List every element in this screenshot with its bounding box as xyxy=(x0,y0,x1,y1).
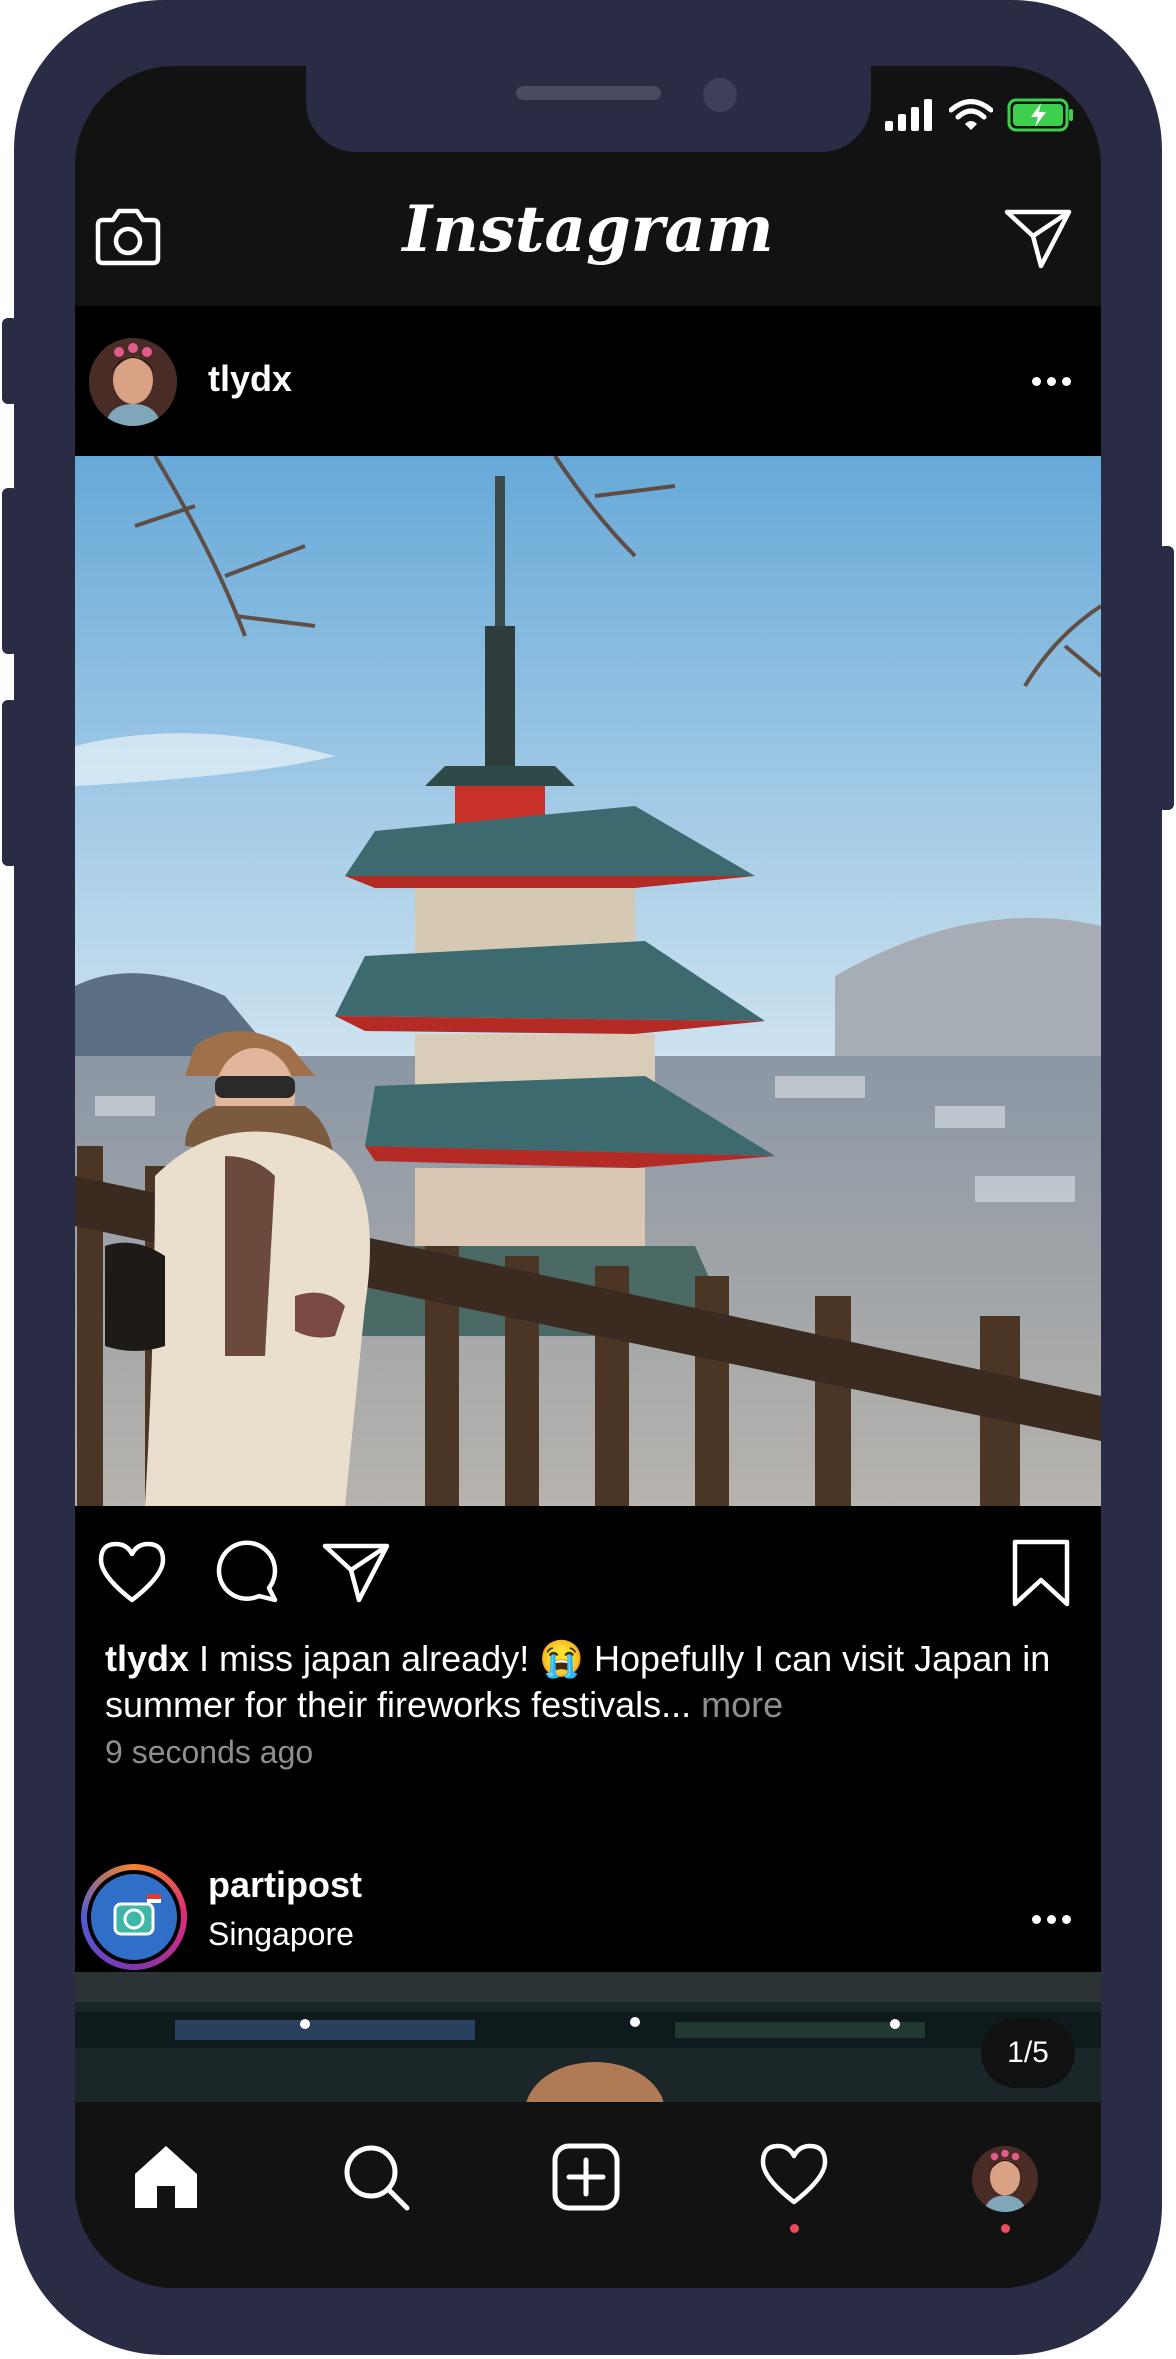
carousel-counter: 1/5 xyxy=(981,2018,1075,2088)
status-bar xyxy=(885,98,1075,132)
more-options-icon[interactable] xyxy=(1032,377,1071,386)
avatar-inner xyxy=(87,1870,181,1964)
share-icon[interactable] xyxy=(321,1540,391,1604)
front-camera xyxy=(703,78,737,112)
like-icon[interactable] xyxy=(97,1540,167,1604)
wifi-icon xyxy=(949,99,993,130)
side-button-volume-up xyxy=(2,488,18,654)
top-bar: Instagram xyxy=(75,186,1101,306)
post-timestamp: 9 seconds ago xyxy=(105,1734,314,1770)
side-button-mute xyxy=(2,318,18,404)
screen: Instagram tlydx tlydx I miss japan alrea… xyxy=(75,66,1101,2288)
speaker xyxy=(516,86,661,100)
bookmark-icon[interactable] xyxy=(1011,1538,1071,1608)
comment-icon[interactable] xyxy=(213,1538,279,1604)
battery-charging-icon xyxy=(1007,98,1073,132)
post-photo[interactable] xyxy=(75,456,1101,1506)
search-icon[interactable] xyxy=(341,2142,411,2212)
signal-icon xyxy=(885,99,932,131)
post-username[interactable]: partipost xyxy=(208,1864,362,1906)
avatar[interactable] xyxy=(89,338,177,426)
post-header: tlydx xyxy=(75,306,1101,456)
activity-notification-dot xyxy=(790,2224,799,2233)
side-button-volume-down xyxy=(2,700,18,866)
profile-icon[interactable] xyxy=(972,2146,1038,2212)
caption-username[interactable]: tlydx xyxy=(105,1638,189,1679)
direct-message-icon[interactable] xyxy=(1003,206,1073,270)
more-options-icon[interactable] xyxy=(1032,1915,1071,1924)
post-location[interactable]: Singapore xyxy=(208,1916,354,1953)
post-username[interactable]: tlydx xyxy=(208,358,292,400)
notch xyxy=(306,66,871,152)
more-link[interactable]: more xyxy=(701,1684,783,1725)
new-post-icon[interactable] xyxy=(551,2142,621,2212)
side-button-power xyxy=(1158,546,1174,810)
profile-notification-dot xyxy=(1001,2224,1010,2233)
partipost-logo xyxy=(91,1874,177,1960)
partipost-avatar[interactable] xyxy=(81,1864,187,1970)
post-photo-partial[interactable]: 1/5 xyxy=(75,1972,1101,2102)
post-caption: tlydx I miss japan already! 😭 Hopefully … xyxy=(105,1636,1065,1728)
activity-icon[interactable] xyxy=(759,2142,829,2206)
home-icon[interactable] xyxy=(131,2142,201,2212)
instagram-logo[interactable]: Instagram xyxy=(75,192,1101,267)
bottom-navigation xyxy=(75,2102,1101,2288)
caption-text: I miss japan already! 😭 Hopefully I can … xyxy=(105,1638,1051,1725)
